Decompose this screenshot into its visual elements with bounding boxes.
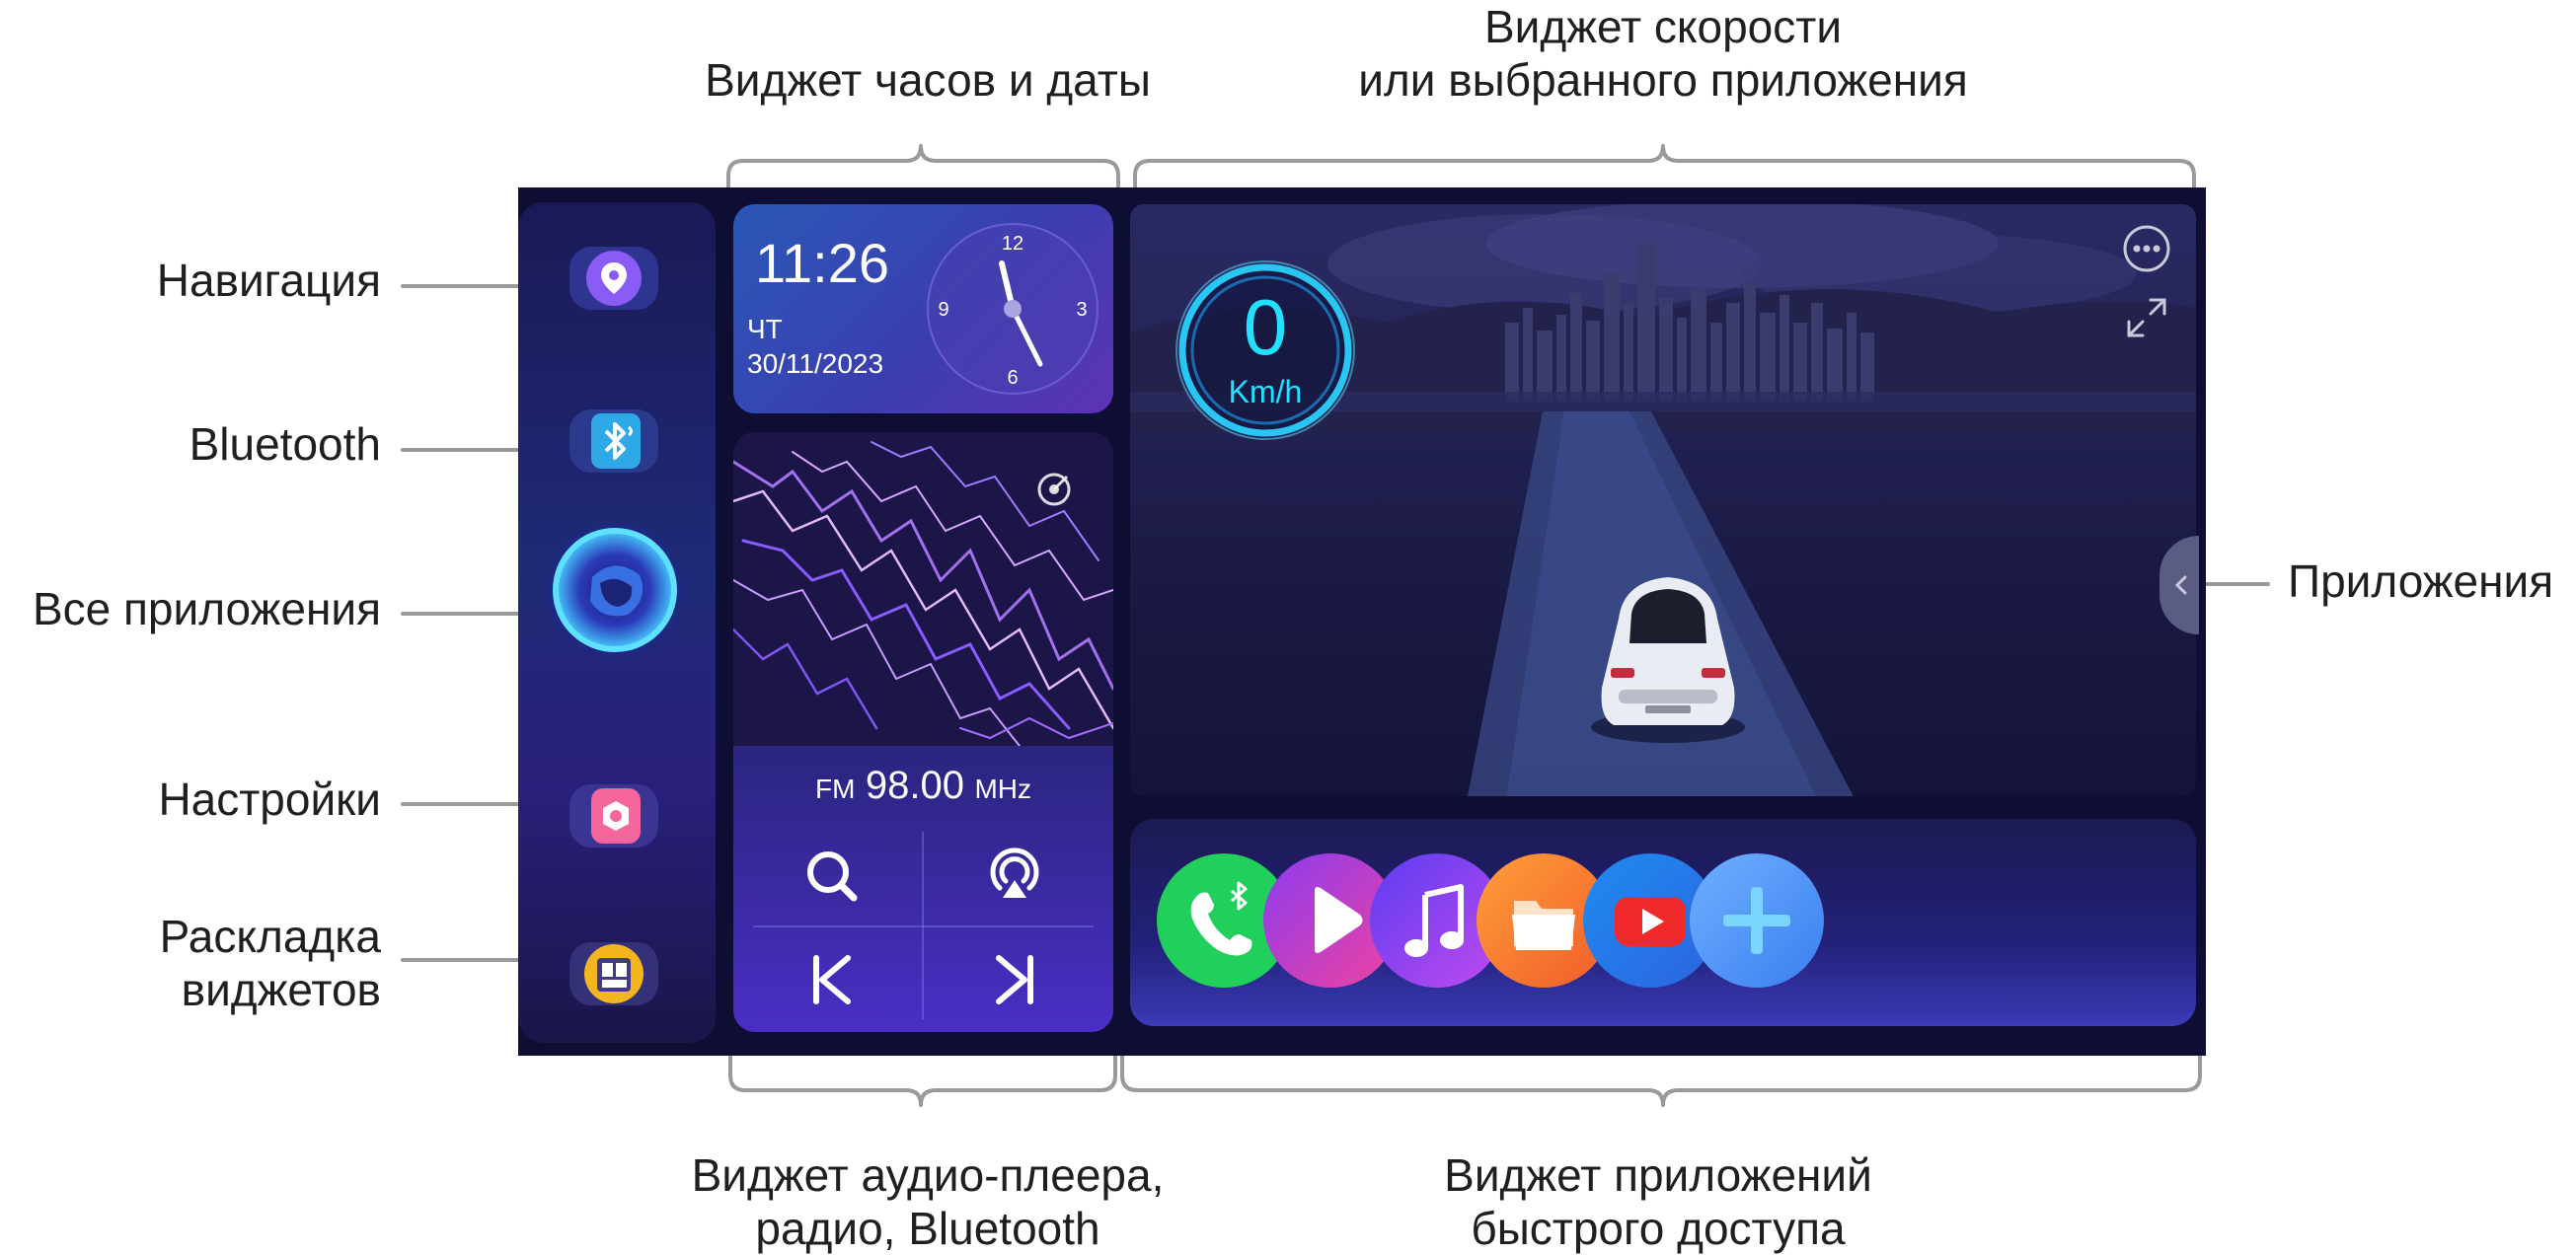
app-drawer-tab[interactable] [2159, 536, 2199, 634]
more-button[interactable] [2117, 219, 2176, 278]
all-apps-button[interactable] [543, 518, 687, 662]
radio-unit: MHz [974, 774, 1031, 804]
audio-player-widget[interactable]: FM 98.00 MHz [733, 432, 1113, 1032]
widget-layout-icon [584, 944, 644, 1003]
dial-9: 9 [938, 299, 948, 321]
next-icon [996, 955, 1033, 1004]
analog-clock: 12 3 6 9 [927, 223, 1099, 395]
radio-band: FM [815, 774, 856, 804]
radio-frequency-line: FM 98.00 MHz [733, 764, 1113, 808]
clock-widget[interactable]: 11:26 ЧТ 30/11/2023 12 3 6 9 [733, 204, 1113, 413]
previous-button[interactable] [793, 940, 871, 1019]
album-art [733, 432, 1113, 746]
airplay-icon [990, 848, 1039, 898]
speed-unit: Km/h [1228, 374, 1303, 409]
control-divider-h [753, 925, 1094, 927]
bluetooth-button[interactable] [569, 409, 658, 473]
dial-6: 6 [1007, 367, 1018, 389]
navigation-button[interactable] [569, 247, 658, 310]
dial-12: 12 [1002, 233, 1023, 255]
settings-icon [591, 788, 641, 844]
dial-3: 3 [1076, 299, 1087, 321]
search-button[interactable] [793, 837, 871, 916]
widget-layout-button[interactable] [569, 942, 658, 1005]
add-icon [1723, 887, 1790, 954]
clock-day: ЧТ [747, 314, 783, 344]
sidebar [518, 202, 716, 1043]
next-button[interactable] [975, 940, 1054, 1019]
search-icon [807, 851, 858, 902]
head-unit-screen: 11:26 ЧТ 30/11/2023 12 3 6 9 FM 98.00 MH… [518, 187, 2206, 1056]
expand-button[interactable] [2117, 288, 2176, 347]
airplay-button[interactable] [975, 837, 1054, 916]
expand-icon [2127, 298, 2166, 337]
more-icon [2123, 225, 2170, 272]
radio-frequency: 98.00 [865, 764, 964, 807]
clock-date: 30/11/2023 [747, 348, 884, 379]
clock-time: 11:26 [755, 232, 889, 294]
all-apps-icon [548, 523, 682, 657]
add-app-button[interactable] [1690, 853, 1824, 988]
previous-icon [813, 955, 851, 1004]
chevron-left-icon [2174, 575, 2187, 595]
bluetooth-icon [591, 413, 641, 469]
location-pin-icon [586, 251, 642, 306]
speed-value: 0 [1243, 283, 1288, 371]
settings-button[interactable] [569, 784, 658, 848]
quick-apps-widget [1130, 819, 2196, 1026]
speed-widget[interactable]: 0 Km/h [1130, 204, 2196, 796]
